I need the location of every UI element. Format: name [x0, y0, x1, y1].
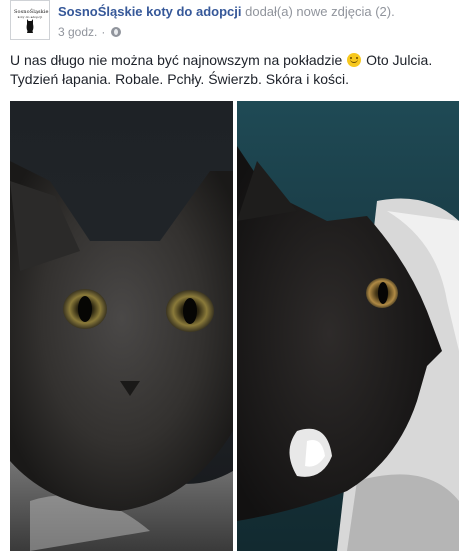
post-header-line: SosnoŚląskie koty do adopcji dodał(a) no… [58, 4, 395, 19]
photo-cat-front-image [10, 101, 233, 551]
cat-silhouette-icon [26, 19, 34, 33]
post-action-text: dodał(a) nowe zdjęcia (2). [241, 4, 395, 19]
post-body-text: U nas długo nie można być najnowszym na … [10, 51, 456, 89]
page-avatar[interactable]: SosnoŚląskie koty do adopcji [10, 0, 50, 40]
photo-cat-front[interactable] [10, 101, 233, 551]
post-meta: 3 godz. · [58, 25, 122, 39]
post-header: SosnoŚląskie koty do adopcji SosnoŚląski… [10, 0, 456, 44]
page-name-link[interactable]: SosnoŚląskie koty do adopcji [58, 4, 242, 19]
photo-cat-profile-image [237, 101, 459, 551]
avatar-logo-text: SosnoŚląskie koty do adopcji [14, 9, 49, 19]
post-text-line2: Tydzień łapania. Robale. Pchły. Świerzb.… [10, 71, 350, 87]
smile-emoji-icon [347, 53, 362, 67]
photo-cat-profile[interactable] [237, 101, 459, 551]
meta-separator: · [101, 25, 106, 39]
post-text-line1: U nas długo nie można być najnowszym na … [10, 52, 343, 68]
post-timestamp[interactable]: 3 godz. [58, 25, 97, 39]
globe-icon[interactable] [111, 27, 122, 37]
post-text-line1-end: Oto Julcia. [362, 52, 433, 68]
